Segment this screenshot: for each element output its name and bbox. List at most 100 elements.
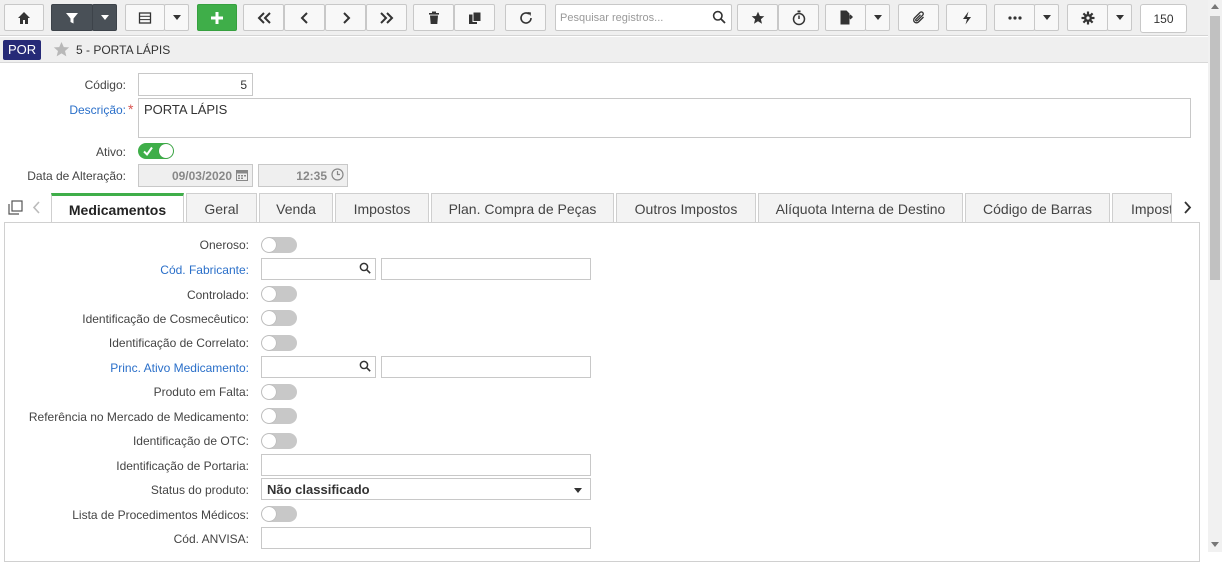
- tab-geral[interactable]: Geral: [186, 193, 257, 223]
- codigo-field[interactable]: 5: [138, 73, 253, 96]
- descricao-label[interactable]: Descrição:: [69, 103, 126, 117]
- copy-icon: [468, 11, 481, 24]
- tab-impostos[interactable]: Impostos: [335, 193, 429, 223]
- star-icon: [751, 11, 764, 24]
- cod-fabricante-description-field[interactable]: [381, 258, 591, 280]
- search-input[interactable]: [556, 5, 706, 30]
- status-produto-label: Status do produto:: [150, 483, 249, 497]
- tabs-bar: Medicamentos Geral Venda Impostos Plan. …: [0, 192, 1208, 224]
- search-icon[interactable]: [359, 262, 371, 274]
- view-mode-dropdown-button[interactable]: [164, 4, 189, 31]
- cosmeceutico-toggle[interactable]: [261, 310, 297, 326]
- toggle-knob: [262, 434, 276, 448]
- status-produto-value: Não classificado: [267, 481, 370, 497]
- favorite-button[interactable]: [737, 4, 778, 31]
- chevron-right-icon: [342, 11, 350, 24]
- search-icon[interactable]: [712, 10, 726, 24]
- cod-fabricante-label[interactable]: Cód. Fabricante:: [160, 263, 249, 277]
- delete-button[interactable]: [413, 4, 454, 31]
- toggle-knob: [262, 287, 276, 301]
- correlato-toggle[interactable]: [261, 335, 297, 351]
- search-icon[interactable]: [359, 360, 371, 372]
- required-indicator: *: [128, 101, 134, 117]
- otc-toggle[interactable]: [261, 433, 297, 449]
- tab-codigo-de-barras[interactable]: Código de Barras: [965, 193, 1110, 223]
- chevron-down-icon: [100, 15, 109, 20]
- produto-em-falta-toggle[interactable]: [261, 384, 297, 400]
- toggle-knob: [262, 507, 276, 521]
- star-icon[interactable]: [53, 41, 70, 58]
- entity-badge: POR: [3, 40, 42, 60]
- clock-icon: [331, 168, 344, 181]
- ativo-label: Ativo:: [95, 145, 126, 159]
- time-value: 12:35: [296, 168, 327, 183]
- add-record-button[interactable]: [197, 4, 237, 31]
- toggle-knob: [262, 385, 276, 399]
- portaria-label: Identificação de Portaria:: [116, 459, 249, 473]
- ref-mercado-toggle[interactable]: [261, 408, 297, 424]
- calendar-icon: [236, 170, 248, 181]
- timer-button[interactable]: [778, 4, 819, 31]
- settings-dropdown-button[interactable]: [1107, 4, 1132, 31]
- anvisa-field[interactable]: [261, 527, 591, 549]
- toggle-knob: [262, 409, 276, 423]
- status-produto-select[interactable]: Não classificado: [261, 478, 591, 500]
- toggle-knob: [262, 336, 276, 350]
- tab-plan-compra-pecas[interactable]: Plan. Compra de Peças: [431, 193, 614, 223]
- view-mode-button[interactable]: [125, 4, 165, 31]
- tab-impostos-overflow[interactable]: Impost: [1112, 193, 1172, 223]
- procedimentos-toggle[interactable]: [261, 506, 297, 522]
- tabs-scroll-left-icon[interactable]: [32, 201, 41, 214]
- filter-button[interactable]: [51, 4, 93, 31]
- lightning-icon: [962, 11, 971, 24]
- date-value: 09/03/2020: [171, 168, 232, 183]
- home-button[interactable]: [4, 4, 44, 31]
- filter-dropdown-button[interactable]: [92, 4, 117, 31]
- tab-venda[interactable]: Venda: [259, 193, 333, 223]
- cosmeceutico-label: Identificação de Cosmecêutico:: [82, 312, 249, 326]
- more-options-button[interactable]: [994, 4, 1035, 31]
- page-scrollbar[interactable]: [1208, 0, 1222, 552]
- settings-button[interactable]: [1067, 4, 1108, 31]
- previous-record-button[interactable]: [284, 4, 325, 31]
- attachments-button[interactable]: [898, 4, 939, 31]
- oneroso-toggle[interactable]: [261, 237, 297, 253]
- tab-medicamentos[interactable]: Medicamentos: [51, 193, 184, 224]
- codigo-label: Código:: [84, 78, 126, 92]
- controlado-label: Controlado:: [186, 288, 249, 302]
- actions-button[interactable]: [946, 4, 987, 31]
- paperclip-icon: [912, 10, 924, 23]
- princ-ativo-label[interactable]: Princ. Ativo Medicamento:: [110, 361, 249, 375]
- princ-ativo-description-field[interactable]: [381, 356, 591, 378]
- controlado-toggle[interactable]: [261, 286, 297, 302]
- tab-outros-impostos[interactable]: Outros Impostos: [616, 193, 756, 223]
- produto-em-falta-label: Produto em Falta:: [153, 385, 249, 399]
- windows-icon[interactable]: [8, 200, 23, 215]
- ref-mercado-label: Referência no Mercado de Medicamento:: [28, 410, 249, 424]
- otc-label: Identificação de OTC:: [132, 434, 249, 448]
- double-chevron-left-icon: [257, 11, 271, 24]
- more-options-dropdown-button[interactable]: [1034, 4, 1059, 31]
- plus-icon: [211, 11, 223, 24]
- scroll-up-icon[interactable]: [1211, 4, 1219, 9]
- tab-aliquota-interna-destino[interactable]: Alíquota Interna de Destino: [758, 193, 963, 223]
- last-record-button[interactable]: [366, 4, 407, 31]
- stopwatch-icon: [792, 10, 805, 25]
- toggle-knob: [159, 144, 173, 158]
- ativo-toggle[interactable]: [138, 143, 174, 159]
- tabs-scroll-right-icon[interactable]: [1183, 201, 1192, 214]
- scroll-down-icon[interactable]: [1211, 542, 1219, 547]
- report-button[interactable]: [825, 4, 866, 31]
- descricao-field[interactable]: PORTA LÁPIS: [138, 98, 1191, 138]
- scrollbar-thumb[interactable]: [1210, 16, 1220, 280]
- duplicate-button[interactable]: [454, 4, 495, 31]
- procedimentos-label: Lista de Procedimentos Médicos:: [72, 508, 249, 522]
- page-size-selector[interactable]: 150: [1140, 4, 1187, 33]
- portaria-field[interactable]: [261, 454, 591, 476]
- refresh-button[interactable]: [505, 4, 546, 31]
- report-dropdown-button[interactable]: [865, 4, 890, 31]
- search-box[interactable]: [555, 4, 732, 31]
- next-record-button[interactable]: [325, 4, 366, 31]
- first-record-button[interactable]: [243, 4, 284, 31]
- toggle-knob: [262, 311, 276, 325]
